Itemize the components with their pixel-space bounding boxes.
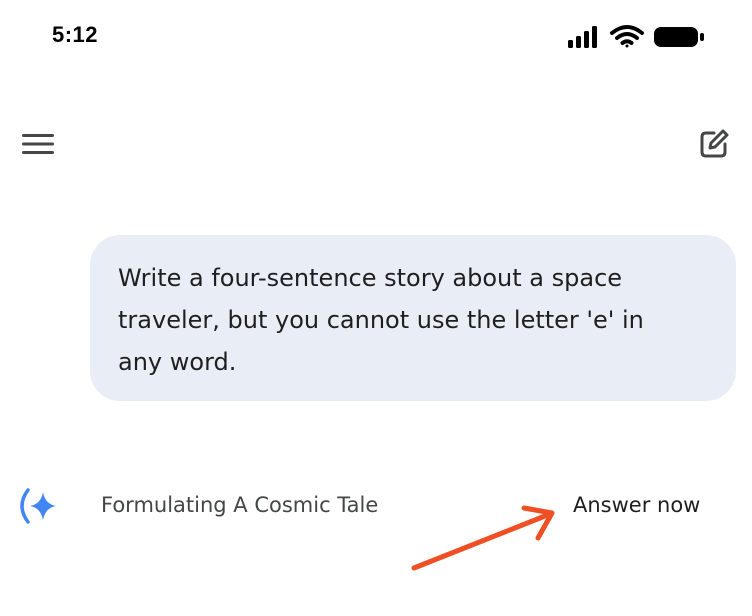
user-prompt-bubble: Write a four-sentence story about a spac… [90,235,736,401]
new-chat-button[interactable] [694,124,734,164]
thinking-title[interactable]: Formulating A Cosmic Tale [101,493,378,517]
status-time: 5:12 [52,22,99,47]
gemini-chat-screen: 5:12 Write a four-sentence story about a… [0,0,752,616]
answer-now-button[interactable]: Answer now [573,493,700,517]
menu-button[interactable] [18,124,58,164]
gemini-spark-icon [20,488,56,524]
edit-square-icon [700,129,729,158]
cellular-signal-icon [568,26,597,48]
wifi-icon [610,25,644,48]
status-bar: 5:12 [0,0,752,72]
battery-icon [654,27,704,47]
hamburger-menu-icon [22,134,54,154]
status-icons [568,25,704,48]
user-prompt-text: Write a four-sentence story about a spac… [118,264,644,376]
red-arrow-icon [411,505,555,571]
